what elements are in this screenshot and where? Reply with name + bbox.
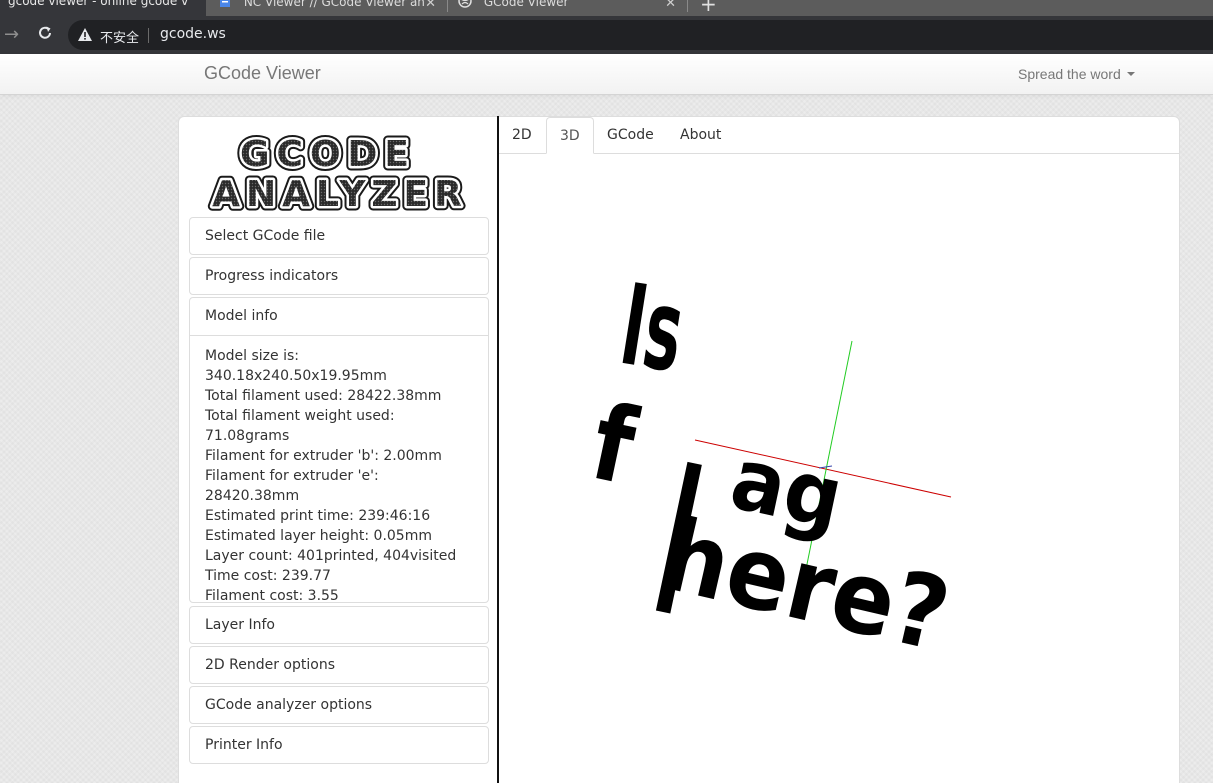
model-info-body: Model size is: 340.18x240.50x19.95mm Tot… xyxy=(190,335,488,616)
forward-arrow-icon[interactable]: → xyxy=(4,24,19,45)
model-text-f: f xyxy=(582,381,647,508)
model-info-line: Filament for extruder 'b': 2.00mm xyxy=(205,448,442,464)
logo-line2: ANALYZER xyxy=(212,174,468,215)
model-info-line: Total filament weight used: xyxy=(205,408,395,424)
new-tab-icon[interactable]: + xyxy=(700,0,717,16)
address-bar[interactable]: 不安全 gcode.ws xyxy=(68,20,1213,50)
panel-model-info: Model info Model size is: 340.18x240.50x… xyxy=(189,297,489,604)
panel-2d-render-options[interactable]: 2D Render options xyxy=(189,646,489,684)
model-info-line: Layer count: 401printed, 404visited xyxy=(205,548,457,564)
panel-layer-info[interactable]: Layer Info xyxy=(189,606,489,644)
divider xyxy=(148,28,149,43)
reload-icon[interactable] xyxy=(36,24,54,42)
panel-select-gcode-file[interactable]: Select GCode file xyxy=(189,217,489,255)
browser-tab-title: NC Viewer // GCode Viewer an xyxy=(243,0,425,9)
globe-icon xyxy=(458,0,472,8)
3d-render-canvas[interactable]: Is f l ag here? xyxy=(499,154,1213,783)
panel-heading[interactable]: Progress indicators xyxy=(205,268,338,284)
security-label[interactable]: 不安全 xyxy=(100,27,139,46)
model-info-line: Model size is: xyxy=(205,348,299,364)
tab-label: About xyxy=(680,127,722,143)
model-info-line: Time cost: 239.77 xyxy=(205,568,331,584)
browser-tab-title: gcode viewer - online gcode v xyxy=(8,0,189,8)
model-text-is: Is xyxy=(613,260,692,398)
tab-separator xyxy=(447,0,448,12)
model-info-line: Estimated print time: 239:46:16 xyxy=(205,508,431,524)
spread-label: Spread the word xyxy=(1018,66,1121,82)
model-info-line: Total filament used: 28422.38mm xyxy=(205,388,442,404)
tab-about[interactable]: About xyxy=(667,117,734,154)
gcode-analyzer-logo: GCODE GCODE GCODE ANALYZER ANALYZER ANAL… xyxy=(208,130,468,217)
browser-tab[interactable]: gcode viewer - online gcode v xyxy=(0,0,206,16)
model-info-line: 71.08grams xyxy=(205,428,290,444)
browser-tab-title: GCode Viewer xyxy=(483,0,569,9)
tab-separator xyxy=(687,0,688,12)
spread-the-word-dropdown[interactable]: Spread the word xyxy=(1018,66,1135,82)
panel-heading[interactable]: Layer Info xyxy=(205,617,275,633)
tab-label: 2D xyxy=(512,127,532,143)
browser-tab-strip: gcode viewer - online gcode v NC Viewer … xyxy=(0,0,1213,16)
panel-printer-info[interactable]: Printer Info xyxy=(189,726,489,764)
panel-heading[interactable]: Printer Info xyxy=(205,737,283,753)
tab-label: 3D xyxy=(560,128,580,144)
url-text[interactable]: gcode.ws xyxy=(160,26,226,42)
brand-title[interactable]: GCode Viewer xyxy=(204,63,321,84)
panel-heading[interactable]: Model info xyxy=(205,308,278,324)
browser-tab[interactable]: NC Viewer // GCode Viewer an ✕ xyxy=(210,0,446,16)
browser-toolbar: → 不安全 gcode.ws xyxy=(0,16,1213,54)
model-info-line: 340.18x240.50x19.95mm xyxy=(205,368,387,384)
site-navbar: GCode Viewer Spread the word xyxy=(0,54,1213,95)
close-icon[interactable]: ✕ xyxy=(425,0,436,11)
tab-label: GCode xyxy=(607,127,654,143)
model-info-line: Estimated layer height: 0.05mm xyxy=(205,528,432,544)
panel-gcode-analyzer-options[interactable]: GCode analyzer options xyxy=(189,686,489,724)
tab-3d[interactable]: 3D xyxy=(546,117,594,154)
caret-down-icon xyxy=(1126,72,1135,76)
model-info-line: Filament for extruder 'e': 28420.38mm xyxy=(205,468,379,504)
tab-2d[interactable]: 2D xyxy=(499,117,545,154)
panel-heading[interactable]: GCode analyzer options xyxy=(205,697,372,713)
panel-heading[interactable]: 2D Render options xyxy=(205,657,335,673)
3d-viewport[interactable]: Is f l ag here? xyxy=(499,154,1213,783)
close-icon[interactable]: ✕ xyxy=(665,0,676,11)
browser-tab[interactable]: GCode Viewer ✕ xyxy=(450,0,686,16)
panel-progress-indicators[interactable]: Progress indicators xyxy=(189,257,489,295)
document-icon xyxy=(218,0,232,8)
logo-line1: GCODE xyxy=(240,134,416,175)
warning-icon[interactable] xyxy=(78,28,92,41)
panel-heading[interactable]: Select GCode file xyxy=(205,228,325,244)
model-info-line: Filament cost: 3.55 xyxy=(205,588,339,604)
tab-gcode[interactable]: GCode xyxy=(594,117,667,154)
